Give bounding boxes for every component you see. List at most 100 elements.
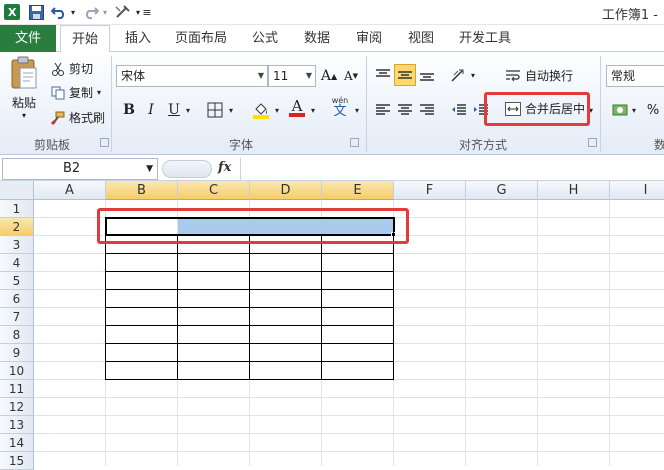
column-header-e[interactable]: E — [322, 181, 394, 200]
clipboard-group-label: 剪贴板 — [33, 138, 70, 152]
redo-icon[interactable] — [82, 3, 100, 21]
row-header-8[interactable]: 8 — [0, 326, 34, 344]
customize-dropdown-icon[interactable]: ▾ — [134, 3, 142, 21]
column-header-g[interactable]: G — [466, 181, 538, 200]
row-header-5[interactable]: 5 — [0, 272, 34, 290]
alignment-launcher-icon[interactable] — [588, 138, 597, 147]
name-box[interactable]: B2 ▼ — [2, 158, 158, 180]
formula-input[interactable] — [240, 158, 664, 180]
column-header-a[interactable]: A — [34, 181, 106, 200]
phonetic-button[interactable]: wén 文 — [327, 96, 353, 119]
italic-button[interactable]: I — [140, 99, 162, 121]
align-right-button[interactable] — [416, 99, 438, 121]
tab-data[interactable]: 数据 — [296, 25, 338, 52]
paste-button[interactable]: 粘贴 ▾ — [6, 56, 42, 130]
orientation-dropdown-icon[interactable]: ▾ — [468, 64, 478, 86]
currency-dropdown-icon[interactable]: ▾ — [629, 99, 639, 121]
copy-label: 复制 — [69, 86, 94, 100]
text-orientation-icon — [451, 69, 464, 82]
wrap-text-icon — [504, 69, 522, 83]
copy-button[interactable]: 复制 ▾ — [50, 84, 101, 101]
formula-bar: B2 ▼ fx — [0, 157, 664, 181]
font-launcher-icon[interactable] — [350, 138, 359, 147]
paste-dropdown-icon[interactable]: ▾ — [22, 111, 26, 120]
save-icon[interactable] — [27, 3, 45, 21]
tab-page-layout[interactable]: 页面布局 — [168, 25, 234, 52]
ribbon-tabs: 文件 开始 插入 页面布局 公式 数据 审阅 视图 开发工具 — [0, 25, 664, 53]
tab-formulas[interactable]: 公式 — [244, 25, 286, 52]
table-border — [105, 253, 394, 254]
clipboard-launcher-icon[interactable] — [100, 138, 109, 147]
undo-icon[interactable] — [50, 3, 68, 21]
grow-font-button[interactable]: A ▲ — [318, 65, 340, 87]
cut-button[interactable]: 剪切 — [50, 60, 93, 77]
row-header-15[interactable]: 15 — [0, 452, 34, 470]
number-format-select[interactable]: 常规 — [606, 65, 664, 87]
row-header-3[interactable]: 3 — [0, 236, 34, 254]
align-center-button[interactable] — [394, 99, 416, 121]
gridline — [34, 397, 664, 398]
tab-insert[interactable]: 插入 — [116, 25, 160, 52]
row-header-2[interactable]: 2 — [0, 218, 34, 236]
font-name-select[interactable]: 宋体 ▼ — [116, 65, 268, 87]
select-all-button[interactable] — [0, 181, 34, 200]
row-header-10[interactable]: 10 — [0, 362, 34, 380]
align-middle-icon — [398, 71, 412, 79]
redo-dropdown-icon[interactable]: ▾ — [100, 3, 110, 21]
font-color-button[interactable]: A — [286, 97, 308, 119]
align-left-button[interactable] — [372, 99, 394, 121]
borders-button[interactable] — [204, 99, 226, 121]
percent-button[interactable]: % — [642, 99, 664, 121]
tab-developer[interactable]: 开发工具 — [452, 25, 518, 52]
font-group-label: 字体 — [228, 138, 253, 152]
align-middle-button[interactable] — [394, 64, 416, 86]
align-right-icon — [420, 104, 434, 115]
tab-review[interactable]: 审阅 — [348, 25, 390, 52]
row-header-11[interactable]: 11 — [0, 380, 34, 398]
undo-dropdown-icon[interactable]: ▾ — [68, 3, 78, 21]
row-header-9[interactable]: 9 — [0, 344, 34, 362]
gridline — [34, 433, 664, 434]
bold-button[interactable]: B — [118, 99, 140, 121]
chevron-down-icon: ▼ — [146, 164, 153, 174]
shrink-font-button[interactable]: A ▼ — [340, 65, 362, 87]
row-header-4[interactable]: 4 — [0, 254, 34, 272]
column-header-f[interactable]: F — [394, 181, 466, 200]
align-top-button[interactable] — [372, 64, 394, 86]
customize-icon[interactable] — [113, 3, 133, 21]
table-border — [105, 325, 394, 326]
column-header-b[interactable]: B — [106, 181, 178, 200]
worksheet-grid[interactable]: A B C D E F G H I 1 2 3 4 5 6 7 8 9 10 1… — [0, 181, 664, 470]
copy-dropdown-icon[interactable]: ▾ — [97, 88, 101, 97]
column-header-c[interactable]: C — [178, 181, 250, 200]
underline-dropdown-icon[interactable]: ▾ — [182, 99, 194, 121]
fill-color-dropdown-icon[interactable]: ▾ — [271, 99, 283, 121]
fill-color-button[interactable] — [250, 99, 272, 121]
phonetic-dropdown-icon[interactable]: ▾ — [352, 99, 362, 121]
insert-function-button[interactable]: fx — [218, 160, 231, 175]
row-header-14[interactable]: 14 — [0, 434, 34, 452]
tab-home[interactable]: 开始 — [60, 25, 110, 53]
row-header-1[interactable]: 1 — [0, 200, 34, 218]
tab-file[interactable]: 文件 — [0, 25, 56, 52]
row-header-7[interactable]: 7 — [0, 308, 34, 326]
format-painter-button[interactable]: 格式刷 — [50, 109, 105, 126]
tab-view[interactable]: 视图 — [400, 25, 442, 52]
wrap-text-button[interactable]: 自动换行 — [504, 67, 573, 84]
row-header-6[interactable]: 6 — [0, 290, 34, 308]
column-header-h[interactable]: H — [538, 181, 610, 200]
orientation-button[interactable] — [448, 64, 470, 86]
column-header-i[interactable]: I — [610, 181, 664, 200]
number-format-value: 常规 — [611, 69, 636, 83]
qa-more-icon[interactable]: ≡ — [142, 3, 151, 21]
font-color-dropdown-icon[interactable]: ▾ — [307, 99, 319, 121]
row-header-13[interactable]: 13 — [0, 416, 34, 434]
decrease-indent-button[interactable] — [448, 99, 470, 121]
row-header-12[interactable]: 12 — [0, 398, 34, 416]
formula-bar-handle[interactable] — [162, 160, 212, 178]
align-bottom-button[interactable] — [416, 64, 438, 86]
font-size-select[interactable]: 11 ▼ — [268, 65, 316, 87]
borders-dropdown-icon[interactable]: ▾ — [225, 99, 237, 121]
excel-logo-icon[interactable]: X — [3, 3, 21, 21]
column-header-d[interactable]: D — [250, 181, 322, 200]
